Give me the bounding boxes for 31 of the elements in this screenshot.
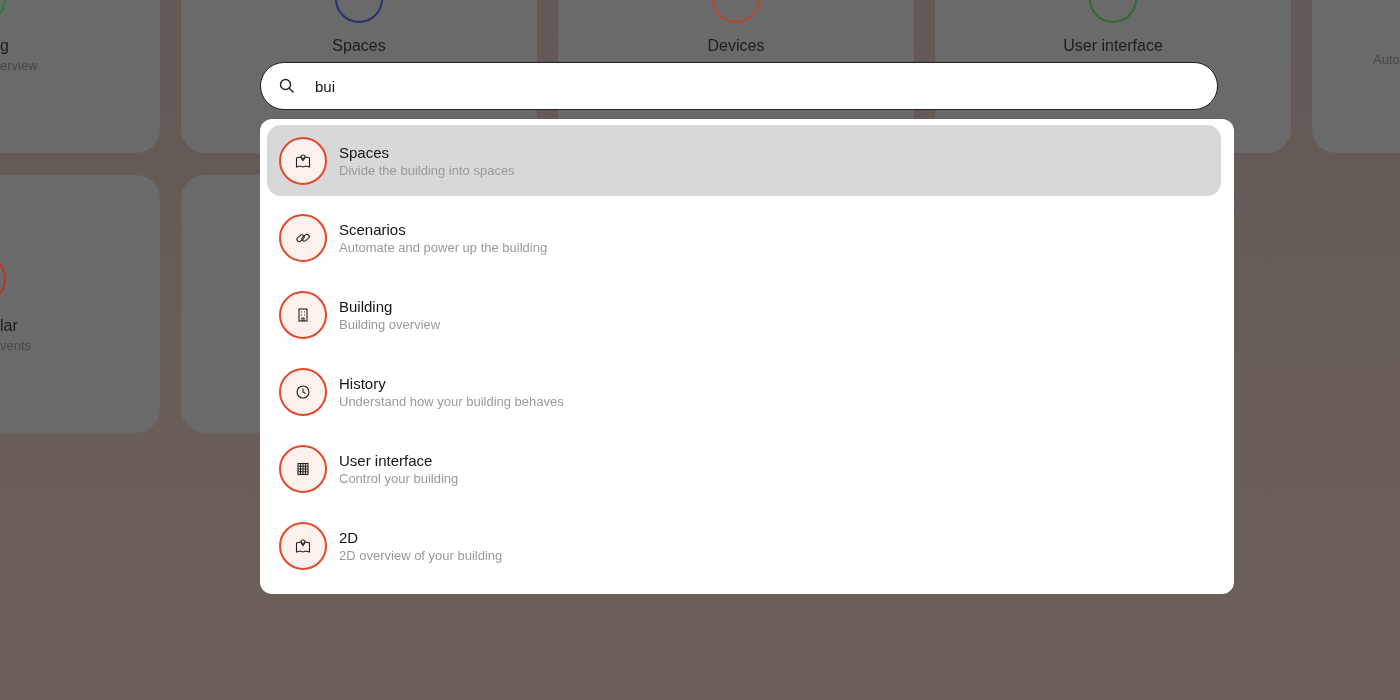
result-item[interactable]: History Understand how your building behaves xyxy=(267,356,1221,428)
card-title: Devices xyxy=(707,36,765,56)
search-input[interactable]: bui xyxy=(315,77,515,95)
card-title: Spaces xyxy=(332,36,386,56)
map-icon xyxy=(295,538,311,555)
result-title: Spaces xyxy=(339,142,391,162)
result-description: Divide the building into spaces xyxy=(339,161,515,179)
result-description: Control your building xyxy=(339,470,459,488)
result-title: Building xyxy=(339,296,394,316)
search-bar[interactable]: bui xyxy=(260,62,1218,110)
search-icon xyxy=(279,78,295,94)
card-title: lar xyxy=(0,316,18,336)
building-icon xyxy=(295,306,311,323)
result-item[interactable]: User interface Control your building xyxy=(267,433,1221,505)
result-description: Automate and power up the building xyxy=(339,238,548,256)
result-description: Understand how your building behaves xyxy=(339,393,564,411)
result-title: 2D xyxy=(339,528,360,548)
card-title: User interface xyxy=(1063,36,1163,56)
result-title: User interface xyxy=(339,451,434,471)
result-item[interactable]: Building Building overview xyxy=(267,279,1221,351)
result-item[interactable]: Spaces Divide the building into spaces xyxy=(267,125,1221,197)
result-item[interactable]: 2D 2D overview of your building xyxy=(267,510,1221,583)
result-title: History xyxy=(339,374,387,394)
result-description: 2D overview of your building xyxy=(339,547,503,565)
clock-icon xyxy=(295,384,311,401)
result-item[interactable]: Scenarios Automate and power up the building xyxy=(267,202,1221,274)
result-description: Building overview xyxy=(339,315,441,333)
card-title: g xyxy=(0,36,9,56)
grid-icon xyxy=(295,461,311,478)
result-title: Scenarios xyxy=(339,219,407,239)
map-icon xyxy=(295,152,311,169)
